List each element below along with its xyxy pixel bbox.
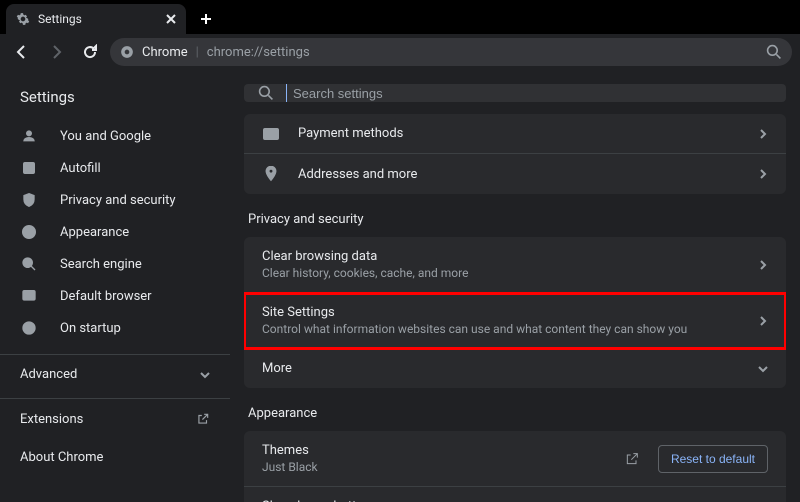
omnibox-separator: | (196, 45, 199, 60)
row-label: More (262, 361, 740, 376)
search-icon (258, 85, 274, 101)
sidebar-extensions-label: Extensions (20, 412, 83, 427)
omnibox-prefix: Chrome (142, 45, 188, 60)
card-icon (262, 128, 280, 140)
search-icon[interactable] (766, 44, 782, 60)
location-icon (262, 166, 280, 182)
sidebar-advanced-label: Advanced (20, 367, 77, 382)
reload-button[interactable] (76, 38, 104, 66)
sidebar-item-on-startup[interactable]: On startup (0, 312, 230, 344)
row-site-settings[interactable]: Site Settings Control what information w… (244, 293, 786, 349)
row-label: Addresses and more (298, 167, 740, 182)
main-content: Payment methods Addresses and more Priva… (230, 70, 800, 502)
tab-title: Settings (38, 12, 158, 26)
gear-icon (16, 12, 30, 26)
search-settings-input[interactable] (286, 84, 772, 102)
chevron-right-icon (758, 260, 768, 270)
browser-toolbar: Chrome | chrome://settings (0, 34, 800, 70)
tab-bar: Settings (0, 0, 800, 34)
row-clear-browsing-data[interactable]: Clear browsing data Clear history, cooki… (244, 237, 786, 293)
search-settings-bar[interactable] (244, 84, 786, 102)
autofill-section-tail: Payment methods Addresses and more Priva… (230, 110, 800, 502)
browser-icon (20, 287, 38, 305)
settings-page: Settings You and Google Autofill Privacy… (0, 70, 800, 502)
open-external-icon (196, 412, 210, 426)
omnibox[interactable]: Chrome | chrome://settings (110, 38, 792, 66)
sidebar-item-default-browser[interactable]: Default browser (0, 280, 230, 312)
sidebar-item-label: Search engine (60, 257, 142, 272)
page-title: Settings (0, 84, 230, 120)
sidebar-item-you-and-google[interactable]: You and Google (0, 120, 230, 152)
search-icon (20, 255, 38, 273)
row-label: Site Settings (262, 305, 740, 320)
row-sub: Just Black (262, 460, 606, 474)
forward-button[interactable] (42, 38, 70, 66)
chevron-right-icon (758, 316, 768, 326)
sidebar-item-search-engine[interactable]: Search engine (0, 248, 230, 280)
sidebar-item-label: Privacy and security (60, 193, 176, 208)
row-label: Payment methods (298, 126, 740, 141)
sidebar-item-autofill[interactable]: Autofill (0, 152, 230, 184)
autofill-icon (20, 159, 38, 177)
plus-icon (200, 13, 212, 25)
row-payment-methods[interactable]: Payment methods (244, 114, 786, 154)
sidebar-item-label: On startup (60, 321, 121, 336)
row-sub: Control what information websites can us… (262, 322, 740, 336)
sidebar-item-label: Autofill (60, 161, 101, 176)
new-tab-button[interactable] (192, 5, 220, 33)
chevron-right-icon (758, 129, 768, 139)
sidebar-nav: You and Google Autofill Privacy and secu… (0, 120, 230, 344)
sidebar-item-privacy[interactable]: Privacy and security (0, 184, 230, 216)
palette-icon (20, 223, 38, 241)
sidebar-item-label: Default browser (60, 289, 152, 304)
close-icon[interactable] (166, 14, 176, 24)
power-icon (20, 319, 38, 337)
sidebar-about-label: About Chrome (20, 450, 103, 465)
sidebar-item-label: Appearance (60, 225, 129, 240)
chevron-down-icon (758, 364, 768, 374)
shield-icon (20, 191, 38, 209)
person-icon (20, 127, 38, 145)
sidebar: Settings You and Google Autofill Privacy… (0, 70, 230, 502)
row-label: Themes (262, 443, 606, 458)
sidebar-about[interactable]: About Chrome (0, 439, 230, 475)
open-external-icon[interactable] (624, 451, 640, 467)
chevron-right-icon (758, 169, 768, 179)
section-title-appearance: Appearance (244, 388, 786, 431)
sidebar-extensions[interactable]: Extensions (0, 399, 230, 439)
reload-icon (82, 44, 98, 60)
arrow-left-icon (14, 44, 30, 60)
sidebar-item-appearance[interactable]: Appearance (0, 216, 230, 248)
chevron-down-icon (200, 370, 210, 380)
back-button[interactable] (8, 38, 36, 66)
row-show-home-button[interactable]: Show home button Disabled (244, 487, 786, 502)
omnibox-path: chrome://settings (207, 45, 310, 60)
row-themes[interactable]: Themes Just Black Reset to default (244, 431, 786, 487)
row-label: Clear browsing data (262, 249, 740, 264)
chrome-icon (120, 45, 134, 59)
sidebar-item-label: You and Google (60, 129, 151, 144)
section-title-privacy: Privacy and security (244, 194, 786, 237)
sidebar-advanced[interactable]: Advanced (0, 354, 230, 394)
row-sub: Clear history, cookies, cache, and more (262, 266, 740, 280)
row-addresses[interactable]: Addresses and more (244, 154, 786, 194)
browser-tab[interactable]: Settings (6, 4, 186, 34)
reset-to-default-button[interactable]: Reset to default (658, 445, 768, 473)
arrow-right-icon (48, 44, 64, 60)
row-more[interactable]: More (244, 349, 786, 388)
